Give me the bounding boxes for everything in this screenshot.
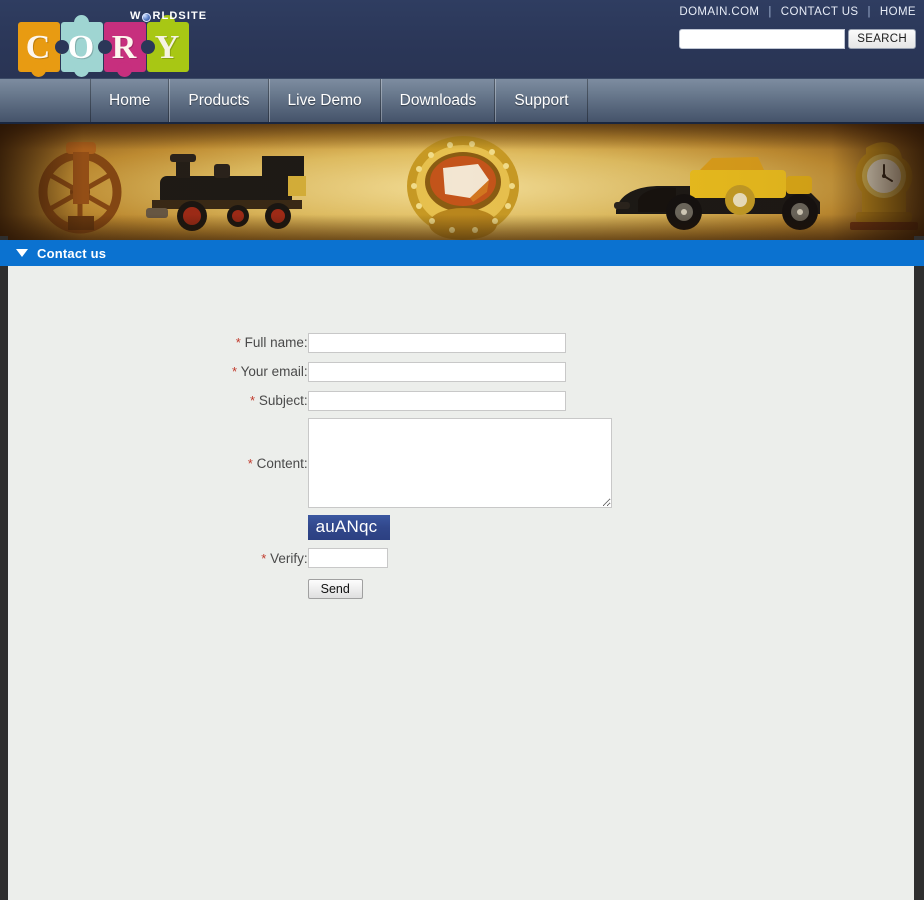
- label-text: Full name:: [244, 335, 308, 350]
- form-row-verify: * Verify:: [232, 543, 612, 573]
- nav-item-downloads[interactable]: Downloads: [380, 79, 496, 122]
- label-text: Subject:: [258, 393, 308, 408]
- utility-separator: |: [867, 6, 871, 18]
- cell-subject-input: [307, 386, 612, 415]
- main-nav: Home Products Live Demo Downloads Suppor…: [0, 78, 924, 122]
- globe-icon: [142, 12, 152, 22]
- cell-captcha: auANqc: [307, 511, 612, 543]
- utility-link-home[interactable]: HOME: [880, 6, 916, 18]
- section-header-bar[interactable]: Contact us: [0, 240, 924, 266]
- logo-letter: C: [25, 29, 51, 66]
- hero-banner: [0, 122, 924, 240]
- page-title: Contact us: [37, 245, 107, 261]
- cell-verify-input: [307, 543, 612, 573]
- cell-content-textarea: [307, 415, 612, 511]
- chevron-down-icon[interactable]: [16, 249, 28, 257]
- verify-input[interactable]: [307, 548, 388, 568]
- logo-letter: R: [111, 29, 137, 66]
- utility-link-contact-us[interactable]: CONTACT US: [781, 6, 859, 18]
- captcha-label-spacer: [232, 511, 308, 543]
- required-marker: *: [235, 335, 241, 350]
- contact-form: * Full name: * Your email: * Subject: * …: [232, 328, 612, 605]
- required-marker: *: [232, 364, 238, 379]
- page-root: C O R Y W RLDSITE DOMAIN.COM | CONTACT U…: [0, 0, 924, 900]
- search-button[interactable]: SEARCH: [848, 29, 916, 49]
- form-row-captcha: auANqc: [232, 511, 612, 543]
- label-text: Content:: [256, 455, 308, 471]
- form-row-full-name: * Full name:: [232, 328, 612, 357]
- subject-input[interactable]: [307, 390, 566, 411]
- utility-nav: DOMAIN.COM | CONTACT US | HOME: [679, 6, 916, 18]
- form-row-submit: Send: [232, 573, 612, 605]
- nav-item-live-demo[interactable]: Live Demo: [268, 79, 381, 122]
- search-bar: SEARCH: [679, 29, 916, 49]
- content-area: * Full name: * Your email: * Subject: * …: [0, 266, 924, 900]
- left-border-rail: [0, 236, 8, 900]
- form-row-your-email: * Your email:: [232, 357, 612, 386]
- form-row-content: * Content:: [232, 415, 612, 511]
- logo-letter: Y: [154, 29, 180, 66]
- site-logo[interactable]: C O R Y W RLDSITE: [12, 4, 208, 77]
- label-text: Your email:: [240, 364, 308, 379]
- cell-your-email-input: [307, 357, 612, 386]
- captcha-image: auANqc: [307, 514, 390, 540]
- logo-puzzle-pieces: C O R Y: [12, 15, 189, 77]
- submit-label-spacer: [232, 573, 308, 605]
- email-input[interactable]: [307, 361, 566, 382]
- logo-piece-y: Y: [141, 15, 193, 74]
- nav-item-home[interactable]: Home: [90, 79, 170, 122]
- send-button[interactable]: Send: [307, 579, 363, 599]
- label-subject: * Subject:: [232, 386, 308, 415]
- label-content: * Content:: [232, 415, 308, 511]
- required-marker: *: [247, 455, 253, 471]
- right-border-rail: [914, 236, 924, 900]
- label-your-email: * Your email:: [232, 357, 308, 386]
- content-textarea[interactable]: [307, 418, 612, 508]
- full-name-input[interactable]: [307, 332, 566, 353]
- utility-separator: |: [768, 6, 772, 18]
- nav-item-support[interactable]: Support: [495, 79, 588, 122]
- nav-item-products[interactable]: Products: [169, 79, 269, 122]
- label-text: Verify:: [270, 550, 308, 566]
- label-full-name: * Full name:: [232, 328, 308, 357]
- logo-letter: O: [67, 29, 95, 66]
- search-input[interactable]: [679, 29, 846, 49]
- cell-submit: Send: [307, 573, 612, 605]
- cell-full-name-input: [307, 328, 612, 357]
- site-header: C O R Y W RLDSITE DOMAIN.COM | CONTACT U…: [0, 0, 924, 78]
- required-marker: *: [261, 550, 267, 566]
- utility-link-domain[interactable]: DOMAIN.COM: [679, 6, 759, 18]
- form-row-subject: * Subject:: [232, 386, 612, 415]
- required-marker: *: [250, 393, 256, 408]
- banner-vignette: [0, 124, 924, 240]
- logo-tagline-pre: W: [130, 10, 142, 22]
- logo-tagline: W RLDSITE: [130, 10, 207, 22]
- logo-tagline-post: RLDSITE: [152, 10, 208, 22]
- label-verify: * Verify:: [232, 543, 308, 573]
